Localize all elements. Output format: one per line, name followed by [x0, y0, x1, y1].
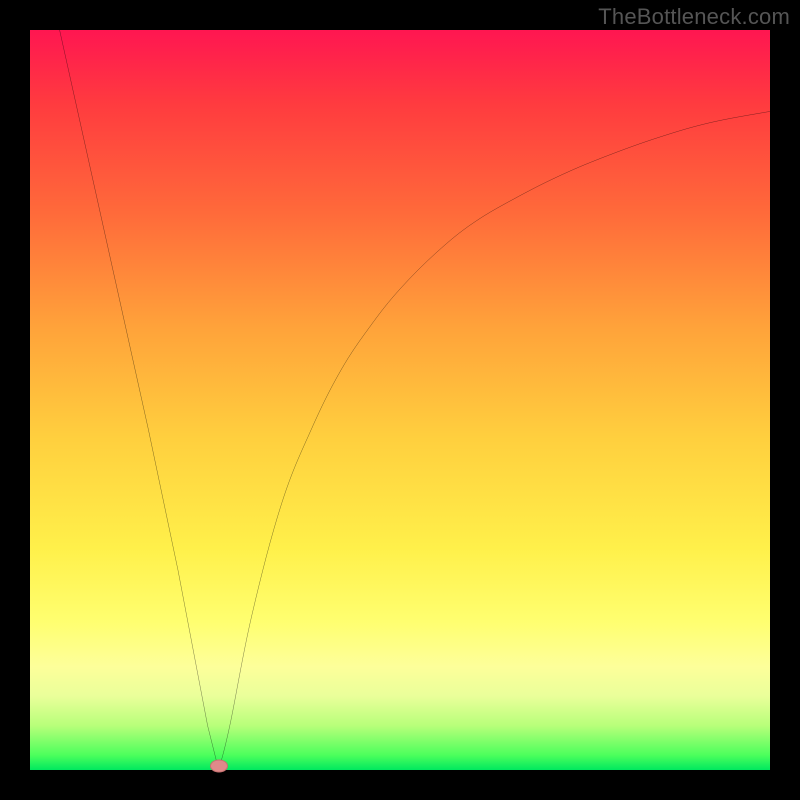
curve-svg: [30, 30, 770, 770]
bottleneck-curve: [60, 30, 770, 770]
plot-area: [30, 30, 770, 770]
chart-canvas: TheBottleneck.com: [0, 0, 800, 800]
minimum-marker: [210, 760, 228, 773]
watermark-label: TheBottleneck.com: [598, 4, 790, 30]
